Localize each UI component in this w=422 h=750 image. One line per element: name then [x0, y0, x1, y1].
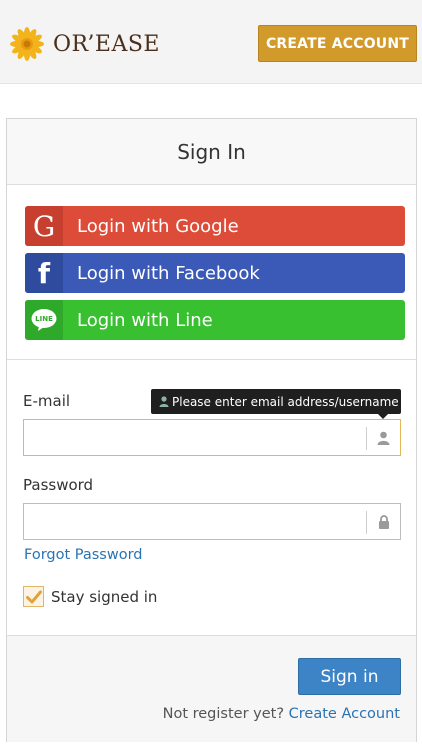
lock-icon	[367, 504, 400, 539]
login-google-label: Login with Google	[77, 215, 239, 237]
login-google-button[interactable]: G Login with Google	[25, 206, 405, 246]
user-icon	[159, 396, 169, 407]
login-line-label: Login with Line	[77, 309, 213, 331]
checkmark-icon	[25, 590, 42, 604]
sign-in-button[interactable]: Sign in	[298, 658, 401, 695]
stay-signed-in-checkbox[interactable]	[23, 586, 44, 607]
forgot-password-link[interactable]: Forgot Password	[24, 547, 143, 563]
register-prompt: Not register yet? Create Account	[163, 706, 400, 722]
brand-name: OR’EASE	[53, 31, 160, 57]
brand-logo[interactable]: OR’EASE	[9, 24, 160, 64]
password-field[interactable]	[23, 503, 401, 540]
create-account-link[interactable]: Create Account	[289, 706, 400, 722]
section-divider	[7, 359, 416, 360]
stay-signed-in-label[interactable]: Stay signed in	[51, 588, 157, 606]
line-icon: LINE	[25, 300, 63, 340]
password-label: Password	[23, 476, 94, 494]
email-tooltip: Please enter email address/username	[151, 389, 401, 414]
register-prompt-text: Not register yet?	[162, 706, 285, 722]
google-icon: G	[25, 206, 63, 246]
facebook-icon: f	[25, 253, 63, 293]
sunflower-icon	[9, 26, 45, 62]
login-line-button[interactable]: LINE Login with Line	[25, 300, 405, 340]
line-icon-text: LINE	[35, 315, 53, 323]
email-tooltip-text: Please enter email address/username	[172, 394, 399, 409]
login-facebook-button[interactable]: f Login with Facebook	[25, 253, 405, 293]
page-title: Sign In	[7, 119, 416, 185]
card-footer: Sign in Not register yet? Create Account	[7, 635, 416, 742]
create-account-button[interactable]: CREATE ACCOUNT	[258, 25, 417, 62]
top-header: OR’EASE CREATE ACCOUNT	[0, 0, 422, 84]
user-icon	[367, 420, 400, 455]
signin-card: Sign In G Login with Google f Login with…	[6, 118, 417, 742]
email-label: E-mail	[23, 392, 71, 410]
email-field[interactable]	[23, 419, 401, 456]
login-facebook-label: Login with Facebook	[77, 262, 260, 284]
